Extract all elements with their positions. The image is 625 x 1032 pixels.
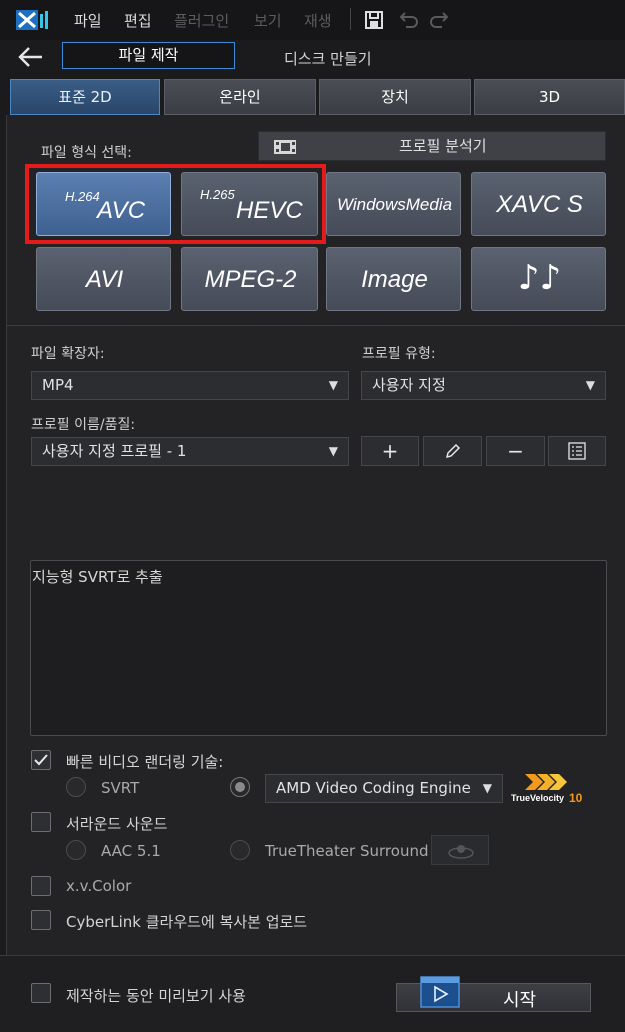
svrt-radio[interactable]	[66, 777, 86, 797]
chevron-down-icon: ▼	[585, 378, 595, 392]
produce-file-button[interactable]: 파일 제작	[62, 42, 235, 69]
cloud-upload-label: CyberLink 클라우드에 복사본 업로드	[66, 913, 308, 931]
format-xavcs-label: XAVC S	[496, 191, 583, 218]
surround-checkbox[interactable]	[31, 812, 51, 832]
description-text: 지능형 SVRT로 추출	[32, 568, 163, 586]
checkmark-icon	[34, 754, 48, 766]
truevelocity-logo: TrueVelocity 10	[511, 772, 591, 806]
format-avi-button[interactable]: AVI	[36, 247, 171, 311]
highlight-box	[25, 164, 326, 244]
xvcolor-checkbox[interactable]	[31, 876, 51, 896]
menu-bar: 파일 편집 플러그인 보기 재생	[0, 0, 625, 40]
edit-profile-button[interactable]	[423, 436, 482, 466]
profile-type-value: 사용자 지정	[372, 376, 446, 394]
tab-3d[interactable]: 3D	[474, 79, 625, 115]
produce-icon	[420, 976, 460, 1008]
menu-plugin[interactable]: 플러그인	[174, 10, 229, 31]
profile-analyzer-label: 프로필 분석기	[399, 137, 487, 155]
app-logo-icon	[16, 8, 52, 32]
profile-type-label: 프로필 유형:	[362, 346, 436, 362]
format-image-button[interactable]: Image	[326, 247, 461, 311]
menu-view[interactable]: 보기	[254, 10, 282, 31]
menu-separator	[350, 8, 351, 30]
aac-radio[interactable]	[66, 840, 86, 860]
file-extension-value: MP4	[42, 376, 74, 394]
undo-icon[interactable]	[398, 11, 418, 29]
minus-icon: −	[507, 439, 524, 463]
menu-file[interactable]: 파일	[74, 10, 102, 31]
format-audio-button[interactable]: ♪♪	[471, 247, 606, 311]
file-extension-label: 파일 확장자:	[31, 346, 105, 362]
add-profile-button[interactable]: +	[361, 436, 419, 466]
menu-edit[interactable]: 편집	[124, 10, 152, 31]
tab-device[interactable]: 장치	[319, 79, 471, 115]
redo-icon[interactable]	[430, 11, 450, 29]
description-box: 지능형 SVRT로 추출	[30, 560, 607, 736]
format-wmv-label: WindowsMedia	[336, 195, 453, 214]
svrt-label: SVRT	[101, 779, 140, 797]
profile-details-button[interactable]	[548, 436, 606, 466]
chevron-down-icon: ▼	[328, 378, 338, 392]
surround-settings-icon	[448, 845, 474, 859]
format-avi-label: AVI	[85, 266, 124, 293]
list-icon	[568, 442, 586, 460]
back-arrow-icon[interactable]	[18, 46, 44, 68]
profile-name-value: 사용자 지정 프로필 - 1	[42, 442, 187, 460]
pencil-icon	[445, 443, 460, 459]
aac-label: AAC 5.1	[101, 842, 161, 860]
profile-name-dropdown[interactable]: 사용자 지정 프로필 - 1 ▼	[31, 437, 349, 466]
cloud-upload-checkbox[interactable]	[31, 910, 51, 930]
create-disc-button[interactable]: 디스크 만들기	[284, 48, 372, 69]
file-extension-dropdown[interactable]: MP4 ▼	[31, 371, 349, 400]
hardware-encoder-radio[interactable]	[230, 777, 250, 797]
chevron-down-icon: ▼	[482, 781, 492, 795]
film-icon	[273, 137, 299, 155]
format-mpeg2-label: MPEG-2	[204, 266, 297, 293]
menu-play[interactable]: 재생	[304, 10, 332, 31]
remove-profile-button[interactable]: −	[486, 436, 545, 466]
truevelocity-text: TrueVelocity	[511, 793, 565, 803]
music-notes-icon: ♪♪	[517, 258, 562, 298]
plus-icon: +	[381, 439, 399, 463]
format-xavcs-button[interactable]: XAVC S	[471, 172, 606, 236]
encoder-dropdown[interactable]: AMD Video Coding Engine ▼	[265, 774, 503, 803]
format-mpeg2-button[interactable]: MPEG-2	[181, 247, 318, 311]
truevelocity-version: 10	[569, 791, 583, 805]
xvcolor-label: x.v.Color	[66, 877, 132, 895]
preview-label: 제작하는 동안 미리보기 사용	[66, 987, 246, 1005]
profile-analyzer-button[interactable]: 프로필 분석기	[258, 131, 606, 161]
format-image-label: Image	[361, 266, 428, 293]
chevron-down-icon: ▼	[328, 444, 338, 458]
profile-type-dropdown[interactable]: 사용자 지정 ▼	[361, 371, 606, 400]
truetheater-settings-button[interactable]	[431, 835, 489, 865]
profile-name-label: 프로필 이름/품질:	[31, 417, 136, 433]
start-button[interactable]: 시작	[396, 976, 591, 1012]
preview-checkbox[interactable]	[31, 983, 51, 1003]
save-icon[interactable]	[364, 10, 384, 30]
fast-render-label: 빠른 비디오 랜더링 기술:	[66, 753, 224, 771]
truetheater-label: TrueTheater Surround	[265, 842, 429, 860]
truetheater-radio[interactable]	[230, 840, 250, 860]
surround-label: 서라운드 사운드	[66, 815, 168, 833]
truevelocity-chevrons-icon	[525, 774, 567, 790]
format-select-label: 파일 형식 선택:	[41, 145, 132, 161]
encoder-value: AMD Video Coding Engine	[276, 779, 471, 797]
tab-online[interactable]: 온라인	[164, 79, 316, 115]
fast-render-checkbox[interactable]	[31, 750, 51, 770]
format-wmv-button[interactable]: WindowsMedia	[326, 172, 461, 236]
tab-standard-2d[interactable]: 표준 2D	[10, 79, 160, 115]
start-label: 시작	[503, 990, 537, 1011]
